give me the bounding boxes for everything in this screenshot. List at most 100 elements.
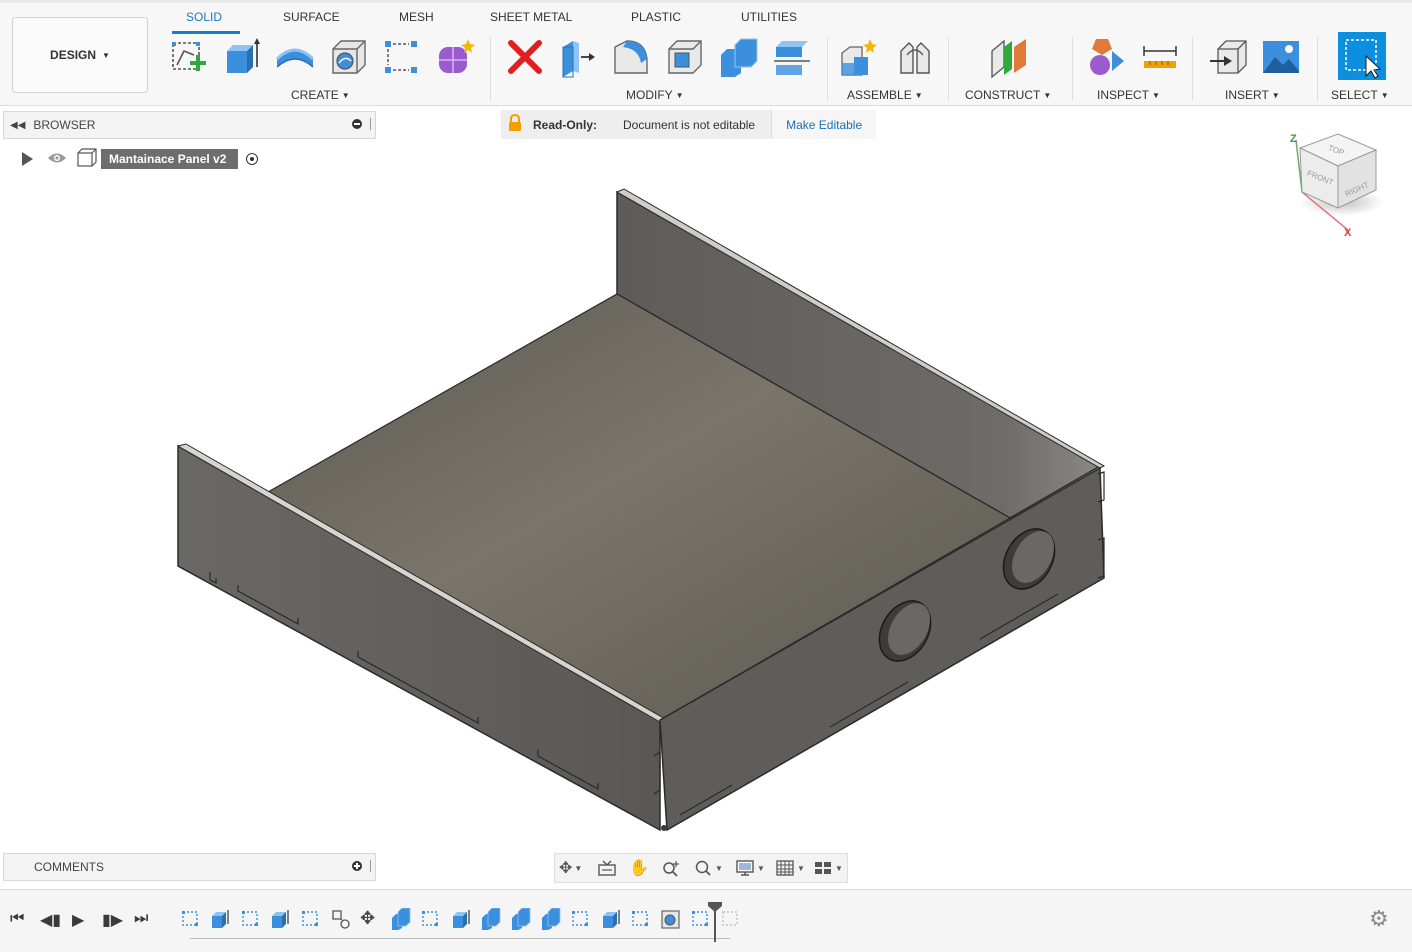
plus-circle-icon[interactable]: [352, 861, 362, 871]
revolve-button[interactable]: [275, 35, 315, 79]
tab-utilities[interactable]: UTILITIES: [741, 10, 797, 24]
insert-canvas-button[interactable]: [1261, 35, 1301, 79]
timeline-move-icon[interactable]: ✥: [360, 908, 382, 930]
timeline-combine-icon[interactable]: [390, 908, 412, 930]
eye-icon[interactable]: [47, 151, 67, 168]
timeline-hole-icon[interactable]: [660, 908, 682, 930]
zoom-icon[interactable]: [661, 857, 681, 879]
combine-button[interactable]: [719, 35, 759, 79]
new-component-button[interactable]: [840, 35, 880, 79]
timeline-component-icon[interactable]: [330, 908, 352, 930]
document-name[interactable]: Mantainace Panel v2: [101, 149, 239, 169]
sketch-icon: [172, 42, 206, 71]
tab-sheet-metal[interactable]: SHEET METAL: [490, 10, 572, 24]
insert-menu[interactable]: INSERT ▼: [1225, 88, 1280, 102]
assemble-menu[interactable]: ASSEMBLE ▼: [847, 88, 923, 102]
select-menu[interactable]: SELECT ▼: [1331, 88, 1389, 102]
measure-button[interactable]: [1140, 35, 1180, 79]
fillet-button[interactable]: [611, 35, 651, 79]
modify-menu-label: MODIFY: [626, 88, 673, 102]
expand-triangle-icon[interactable]: [22, 152, 33, 166]
tab-plastic[interactable]: PLASTIC: [631, 10, 681, 24]
tab-solid[interactable]: SOLID: [186, 10, 222, 24]
play-icon[interactable]: ▶: [72, 910, 84, 930]
construct-menu[interactable]: CONSTRUCT ▼: [965, 88, 1051, 102]
display-settings-icon[interactable]: ▼: [735, 857, 765, 879]
tray-model[interactable]: [176, 188, 1106, 832]
read-only-label: Read-Only:: [533, 117, 598, 132]
create-sketch-button[interactable]: [168, 35, 208, 79]
go-to-start-icon[interactable]: ⏮: [10, 910, 24, 928]
gear-icon[interactable]: ⚙: [1369, 906, 1389, 932]
fit-view-icon[interactable]: ▼: [693, 857, 723, 879]
double-chevron-left-icon[interactable]: ◀◀: [10, 120, 25, 131]
model-view[interactable]: TOP FRONT RIGHT Z X: [0, 106, 1412, 888]
inspect-menu[interactable]: INSPECT ▼: [1097, 88, 1160, 102]
look-at-icon[interactable]: [597, 857, 617, 879]
timeline-sketch-icon[interactable]: [180, 908, 202, 930]
shell-button[interactable]: [665, 35, 705, 79]
chevron-down-icon: ▼: [1043, 91, 1052, 100]
timeline-extrude-icon[interactable]: [269, 908, 291, 930]
go-to-end-icon[interactable]: ⏭: [134, 910, 148, 928]
insert-derive-icon: [1210, 40, 1247, 74]
minus-circle-icon[interactable]: [352, 119, 362, 129]
timeline-sketch-icon[interactable]: [420, 908, 442, 930]
timeline-extrude-icon[interactable]: [209, 908, 231, 930]
revolve-icon: [275, 48, 315, 68]
display-component-colors-button[interactable]: [1086, 35, 1126, 79]
timeline-sketch-icon[interactable]: [240, 908, 262, 930]
toolbar: DESIGN ▼ SOLID SURFACE MESH SHEET METAL …: [0, 3, 1412, 106]
offset-plane-icon: [991, 39, 1026, 79]
timeline-combine-icon[interactable]: [510, 908, 532, 930]
timeline-combine-icon[interactable]: [480, 908, 502, 930]
timeline-suppressed-sketch-icon[interactable]: [720, 908, 742, 930]
timeline-sketch-icon[interactable]: [570, 908, 592, 930]
split-body-button[interactable]: [772, 35, 812, 79]
browser-panel-header[interactable]: ◀◀ BROWSER: [3, 111, 376, 139]
panel-resize-handle[interactable]: [370, 118, 371, 130]
timeline-combine-icon[interactable]: [540, 908, 562, 930]
hole-button[interactable]: [329, 35, 369, 79]
create-menu[interactable]: CREATE ▼: [291, 88, 350, 102]
timeline-sketch-icon[interactable]: [300, 908, 322, 930]
measure-icon: [1143, 46, 1177, 68]
tab-surface[interactable]: SURFACE: [283, 10, 340, 24]
grid-settings-icon[interactable]: ▼: [775, 857, 805, 879]
step-back-icon[interactable]: ◀▮: [40, 910, 61, 930]
view-cube[interactable]: TOP FRONT RIGHT Z X: [1290, 133, 1384, 239]
step-forward-icon[interactable]: ▮▶: [102, 910, 123, 930]
form-icon: [439, 39, 475, 73]
insert-derive-button[interactable]: [1208, 35, 1248, 79]
chevron-down-icon: ▼: [914, 91, 923, 100]
timeline-marker[interactable]: [707, 900, 723, 942]
select-cursor-icon: [1345, 39, 1382, 79]
pattern-button[interactable]: [381, 35, 421, 79]
timeline-track[interactable]: [190, 938, 730, 939]
canvas-viewport[interactable]: TOP FRONT RIGHT Z X: [0, 106, 1412, 888]
design-workspace-button[interactable]: DESIGN ▼: [12, 17, 148, 93]
viewports-icon[interactable]: ▼: [813, 857, 843, 879]
modify-menu[interactable]: MODIFY ▼: [626, 88, 684, 102]
offset-plane-button[interactable]: [990, 35, 1030, 79]
create-form-button[interactable]: [436, 35, 476, 79]
timeline-extrude-icon[interactable]: [600, 908, 622, 930]
timeline-extrude-icon[interactable]: [450, 908, 472, 930]
make-editable-link[interactable]: Make Editable: [771, 110, 877, 139]
comments-panel-header[interactable]: COMMENTS: [3, 853, 376, 881]
timeline-sketch-icon[interactable]: [630, 908, 652, 930]
joint-button[interactable]: [895, 35, 935, 79]
press-pull-button[interactable]: [557, 35, 597, 79]
split-body-icon: [774, 41, 810, 75]
extrude-button[interactable]: [221, 35, 261, 79]
design-button-label: DESIGN: [50, 48, 97, 62]
panel-resize-handle[interactable]: [370, 860, 371, 872]
browser-root-node[interactable]: Mantainace Panel v2: [22, 147, 259, 170]
delete-button[interactable]: [505, 35, 545, 79]
select-button[interactable]: [1338, 32, 1386, 80]
tab-mesh[interactable]: MESH: [399, 10, 434, 24]
pan-hand-icon[interactable]: ✋: [629, 857, 649, 879]
activate-radio-icon[interactable]: [246, 153, 259, 165]
browser-title: BROWSER: [33, 118, 96, 132]
orbit-icon[interactable]: ✥ ▼: [559, 857, 582, 879]
